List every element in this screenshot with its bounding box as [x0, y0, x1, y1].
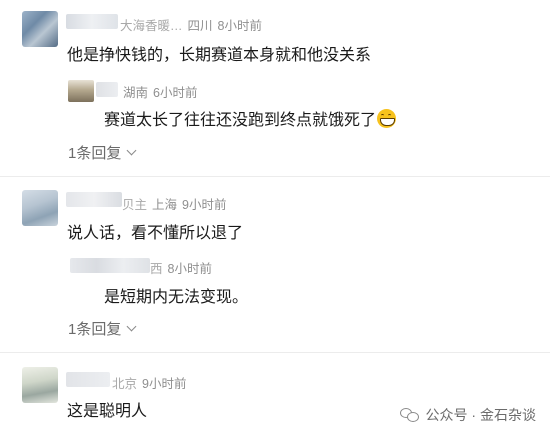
comment-meta: 贝主 上海 9小时前: [122, 194, 231, 213]
expand-replies-button[interactable]: 1条回复: [68, 142, 137, 163]
divider: [0, 176, 550, 177]
avatar[interactable]: [22, 11, 58, 47]
comment-text[interactable]: 这是聪明人: [67, 397, 147, 421]
avatar[interactable]: [22, 367, 58, 403]
timestamp: 9小时前: [182, 198, 227, 212]
username-blurred[interactable]: [66, 192, 122, 207]
username[interactable]: 北京: [112, 377, 137, 391]
expand-replies-label: 1条回复: [68, 321, 122, 338]
location: 湖南: [123, 86, 149, 100]
timestamp: 9小时前: [142, 377, 187, 391]
comment-meta: 北京 9小时前: [112, 373, 191, 392]
reply-username-blurred[interactable]: [96, 82, 118, 97]
username[interactable]: 贝主: [122, 198, 147, 212]
reply-text-content: 赛道太长了往往还没跑到终点就饿死了: [104, 112, 377, 129]
reply-avatar[interactable]: [68, 80, 94, 102]
reply-meta: 湖南 6小时前: [123, 82, 202, 101]
chevron-down-icon: [126, 145, 137, 156]
username-blurred[interactable]: [66, 14, 118, 29]
expand-replies-button[interactable]: 1条回复: [68, 318, 137, 339]
wechat-icon: [399, 407, 420, 423]
reply-text[interactable]: 赛道太长了往往还没跑到终点就饿死了: [104, 106, 397, 130]
expand-replies-label: 1条回复: [68, 145, 122, 162]
timestamp: 8小时前: [167, 262, 212, 276]
username[interactable]: 西: [150, 262, 163, 276]
comment-text[interactable]: 说人话，看不懂所以退了: [67, 219, 243, 243]
comment-text[interactable]: 他是挣快钱的，长期赛道本身就和他没关系: [67, 41, 371, 65]
watermark: 公众号 · 金石杂谈: [399, 405, 536, 425]
divider: [0, 352, 550, 353]
avatar[interactable]: [22, 190, 58, 226]
timestamp: 8小时前: [217, 19, 262, 33]
username-blurred[interactable]: [66, 372, 110, 387]
timestamp: 6小时前: [153, 86, 198, 100]
grinning-emoji-icon: [377, 109, 397, 128]
reply-meta: 西 8小时前: [150, 258, 217, 277]
username[interactable]: 大海香暖…: [120, 19, 183, 33]
comment-meta: 大海香暖… 四川 8小时前: [120, 15, 267, 34]
location: 上海: [152, 198, 178, 212]
reply-text[interactable]: 是短期内无法变现。: [104, 283, 248, 307]
reply-avatar-blurred[interactable]: [70, 258, 150, 273]
chevron-down-icon: [126, 321, 137, 332]
location: 四川: [187, 19, 213, 33]
watermark-text: 公众号 · 金石杂谈: [425, 407, 536, 423]
